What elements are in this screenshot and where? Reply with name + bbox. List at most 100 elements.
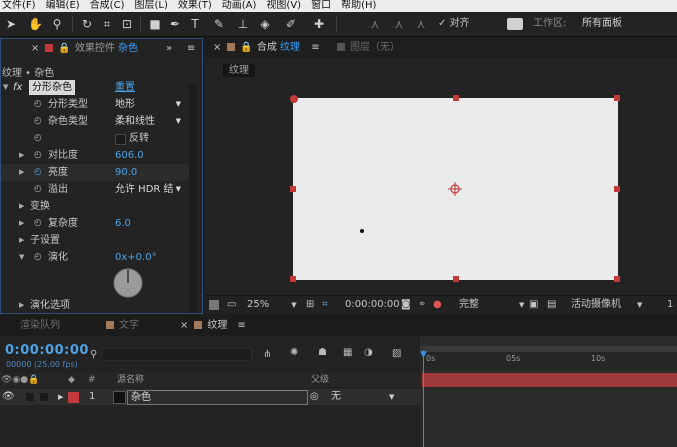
local-axis-icon[interactable]: ⋏ <box>368 17 382 31</box>
label-color-swatch[interactable] <box>68 392 79 403</box>
stopwatch-icon[interactable]: ◴ <box>34 181 42 198</box>
menu-view[interactable]: 视图(V) <box>266 0 301 12</box>
puppet-pin-tool-icon[interactable]: ✚ <box>312 17 326 31</box>
shy-layers-icon[interactable]: ☗ <box>318 347 327 358</box>
complexity-value[interactable]: 6.0 <box>115 215 131 232</box>
show-channel-icon[interactable]: ● <box>433 296 442 314</box>
stopwatch-icon[interactable]: ◴ <box>34 249 42 266</box>
layer-handle-mr[interactable] <box>614 186 620 192</box>
layer-handle-tl[interactable] <box>290 95 298 103</box>
stopwatch-icon[interactable]: ◴ <box>34 130 42 147</box>
comp-mini-flowchart-icon[interactable]: ⋔ <box>263 349 271 360</box>
workspace-value[interactable]: 所有面板 <box>582 17 622 31</box>
effect-controls-scrollbar[interactable] <box>189 85 197 313</box>
fx-icon[interactable]: fx <box>13 79 22 96</box>
menu-help[interactable]: 帮助(H) <box>341 0 376 12</box>
camera-tool-icon[interactable]: ⌗ <box>100 17 114 31</box>
stopwatch-icon[interactable]: ◴ <box>34 215 42 232</box>
timeline-timecode[interactable]: 0:00:00:00 <box>5 343 89 358</box>
snapshot-icon[interactable]: ◙ <box>401 296 411 314</box>
type-tool-icon[interactable]: T <box>188 17 202 31</box>
rectangle-tool-icon[interactable]: ■ <box>148 17 162 31</box>
panel-menu-icon[interactable]: ≡ <box>237 320 245 331</box>
frame-blending-icon[interactable]: ▦ <box>343 347 352 358</box>
playhead-handle-icon[interactable]: ▼ <box>420 350 427 360</box>
evolution-angle-dial[interactable] <box>112 267 144 299</box>
camera-dropdown[interactable]: 活动摄像机 ▼ <box>571 296 642 314</box>
menu-effect[interactable]: 效果(T) <box>178 0 212 12</box>
stopwatch-icon[interactable]: ◴ <box>34 96 42 113</box>
graph-editor-icon[interactable]: ▨ <box>392 348 401 359</box>
eye-icon[interactable]: 👁 <box>2 389 15 405</box>
effect-name[interactable]: 分形杂色 <box>29 80 75 95</box>
noise-type-dropdown[interactable]: 柔和线性 ▼ <box>115 115 183 128</box>
contrast-value[interactable]: 606.0 <box>115 147 144 164</box>
panel-menu-icon[interactable]: ≡ <box>311 42 319 53</box>
anchor-point-icon[interactable] <box>448 182 462 196</box>
stopwatch-icon[interactable]: ◴ <box>34 164 42 181</box>
expand-triangle-icon[interactable]: ▶ <box>19 215 24 232</box>
selection-tool-icon[interactable]: ➤ <box>4 17 18 31</box>
expand-triangle-icon[interactable]: ▶ <box>19 198 24 215</box>
region-of-interest-icon[interactable]: ⊞ <box>306 296 314 314</box>
pixel-aspect-icon[interactable]: ▤ <box>547 296 556 314</box>
menu-file[interactable]: 文件(F) <box>2 0 36 12</box>
current-time-display[interactable]: 0:00:00:00 <box>345 296 400 314</box>
invert-checkbox[interactable] <box>115 134 126 145</box>
motion-blur-icon[interactable]: ◑ <box>364 347 373 358</box>
expand-triangle-icon[interactable]: ▶ <box>19 147 24 164</box>
rotate-tool-icon[interactable]: ↻ <box>80 17 94 31</box>
world-axis-icon[interactable]: ⋏ <box>392 17 406 31</box>
col-source-name[interactable]: 源名称 <box>117 373 144 387</box>
effect-controls-tab[interactable]: × 🔒 效果控件 杂色 <box>31 39 138 59</box>
brush-tool-icon[interactable]: ✎ <box>212 17 226 31</box>
timeline-graph-area[interactable]: 0s 05s 10s ▼ <box>420 336 677 447</box>
comp-canvas[interactable] <box>290 95 620 282</box>
fractal-type-dropdown[interactable]: 地形 ▼ <box>115 98 183 111</box>
layer-duration-bar[interactable] <box>422 373 677 387</box>
safe-margins-icon[interactable]: ⌗ <box>322 296 328 314</box>
transparency-grid-icon[interactable]: ▣ <box>529 296 538 314</box>
tab-render-queue[interactable]: 渲染队列 <box>20 316 60 336</box>
close-icon[interactable]: × <box>213 42 221 53</box>
composition-tab[interactable]: × 🔒 合成 纹理 ≡ <box>213 38 320 58</box>
draft-3d-icon[interactable]: ✺ <box>290 347 298 358</box>
snap-checkbox[interactable]: ✓ 对齐 <box>438 17 470 31</box>
menu-edit[interactable]: 编辑(E) <box>46 0 80 12</box>
roto-brush-tool-icon[interactable]: ✐ <box>284 17 298 31</box>
resolution-dropdown[interactable]: 完整 ▼ <box>459 296 524 314</box>
expand-triangle-icon[interactable]: ▶ <box>19 232 24 249</box>
playhead-line[interactable] <box>423 350 424 447</box>
pen-tool-icon[interactable]: ✒ <box>168 17 182 31</box>
solo-toggle[interactable] <box>26 393 34 401</box>
close-icon[interactable]: × <box>31 43 39 54</box>
time-ruler[interactable]: 0s 05s 10s <box>420 352 677 370</box>
stopwatch-icon[interactable]: ◴ <box>34 147 42 164</box>
view-layout-dropdown[interactable]: 1 个 <box>667 296 677 314</box>
show-snapshot-icon[interactable]: ⚭ <box>418 296 426 314</box>
menu-animation[interactable]: 动画(A) <box>222 0 257 12</box>
layer-handle-tm[interactable] <box>453 95 459 101</box>
composition-viewer[interactable]: 纹理 <box>205 60 677 294</box>
layer-handle-bl[interactable] <box>290 276 296 282</box>
eraser-tool-icon[interactable]: ◈ <box>258 17 272 31</box>
expand-triangle-icon[interactable]: ▶ <box>19 297 24 314</box>
menu-layer[interactable]: 图层(L) <box>134 0 167 12</box>
overflow-dropdown[interactable]: 允许 HDR 结 ▼ <box>115 183 183 196</box>
layer-tab[interactable]: 图层（无） <box>337 38 400 58</box>
expand-triangle-icon[interactable]: ▶ <box>19 164 24 181</box>
parent-dropdown[interactable]: 无 ▼ <box>331 389 401 405</box>
expand-triangle-icon[interactable]: ▼ <box>3 79 8 96</box>
expand-triangle-icon[interactable]: ▶ <box>58 389 63 405</box>
lock-icon[interactable]: 🔒 <box>240 42 252 53</box>
close-icon[interactable]: × <box>180 320 188 331</box>
layer-name[interactable]: 杂色 <box>127 390 308 405</box>
menu-composition[interactable]: 合成(C) <box>90 0 125 12</box>
snap-options-icon[interactable] <box>507 18 523 30</box>
brightness-value[interactable]: 90.0 <box>115 164 137 181</box>
clone-stamp-tool-icon[interactable]: ⊥ <box>236 17 250 31</box>
pick-whip-icon[interactable]: ◎ <box>310 389 319 405</box>
tab-texture-comp[interactable]: × 纹理 ≡ <box>180 316 246 336</box>
panel-overflow-icon[interactable]: » <box>166 39 172 59</box>
monitor-icon[interactable]: ▭ <box>227 296 236 314</box>
